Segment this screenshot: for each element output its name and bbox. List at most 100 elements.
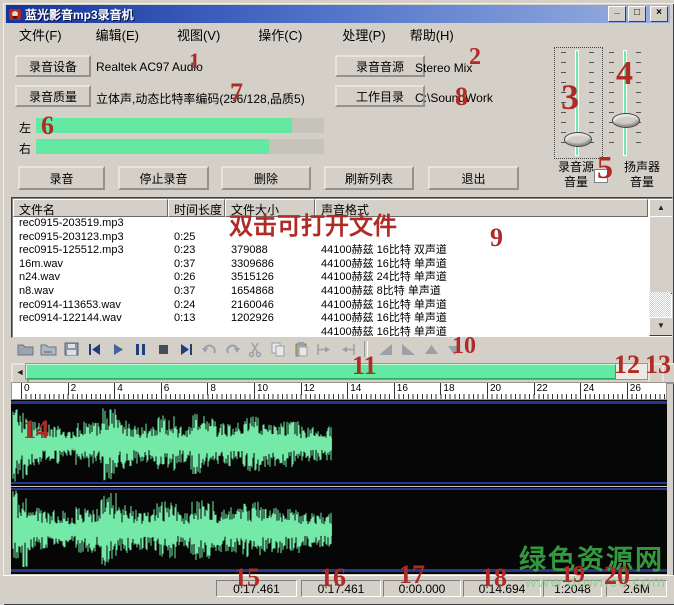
table-row[interactable]: 44100赫兹 16比特 单声道 bbox=[13, 326, 648, 338]
level-meter-left bbox=[36, 118, 324, 133]
file-name: rec0915-125512.mp3 bbox=[13, 244, 168, 258]
file-name: n8.wav bbox=[13, 285, 168, 299]
ruler-tick-22: 22 bbox=[534, 383, 548, 395]
copy-icon[interactable] bbox=[268, 340, 288, 358]
open-file-icon[interactable] bbox=[15, 340, 35, 358]
position-bar-thumb[interactable] bbox=[26, 364, 616, 379]
record-source-button[interactable]: 录音音源 bbox=[335, 55, 425, 77]
exit-button[interactable]: 退出 bbox=[428, 166, 519, 190]
file-format: 44100赫兹 16比特 双声道 bbox=[315, 244, 648, 258]
menu-view[interactable]: 视图(V) bbox=[169, 23, 228, 46]
toolbar-separator bbox=[364, 341, 368, 357]
table-row[interactable]: rec0914-122144.wav0:13120292644100赫兹 16比… bbox=[13, 312, 648, 326]
file-duration: 0:24 bbox=[168, 299, 225, 313]
trim-end-icon[interactable] bbox=[337, 340, 357, 358]
pause-icon[interactable] bbox=[130, 340, 150, 358]
delete-button[interactable]: 删除 bbox=[221, 166, 311, 190]
level-meter-right-fill bbox=[36, 139, 269, 154]
file-duration: 0:13 bbox=[168, 312, 225, 326]
file-format: 44100赫兹 8比特 单声道 bbox=[315, 285, 648, 299]
undo-icon[interactable] bbox=[199, 340, 219, 358]
file-size: 1654868 bbox=[225, 285, 315, 299]
record-quality-button[interactable]: 录音质量 bbox=[15, 85, 91, 107]
column-header-1[interactable]: 时间长度 bbox=[168, 199, 225, 217]
fade-in-icon[interactable] bbox=[375, 340, 395, 358]
file-list-scrollbar[interactable]: ▲ ▼ bbox=[649, 199, 671, 336]
open-folder-icon[interactable] bbox=[38, 340, 58, 358]
pos-scroll-button-2[interactable] bbox=[662, 363, 674, 384]
file-duration: 0:37 bbox=[168, 285, 225, 299]
trim-start-icon[interactable] bbox=[314, 340, 334, 358]
column-header-3[interactable]: 声音格式 bbox=[315, 199, 648, 217]
ruler-tick-4: 4 bbox=[114, 383, 123, 395]
file-size: 379088 bbox=[225, 244, 315, 258]
waveform-display[interactable] bbox=[11, 400, 667, 574]
speaker-slider-ticks-right bbox=[636, 52, 641, 152]
scroll-down-icon[interactable]: ▼ bbox=[649, 317, 673, 336]
title-bar[interactable]: 蓝光影音mp3录音机 _ □ × bbox=[6, 5, 670, 23]
ruler-tick-20: 20 bbox=[487, 383, 501, 395]
time-ruler: 0246810121416182022242628 bbox=[11, 382, 667, 400]
menu-operate[interactable]: 操作(C) bbox=[250, 23, 310, 46]
speaker-volume-thumb[interactable] bbox=[612, 113, 640, 128]
file-list-rows: rec0915-203519.mp3rec0915-203123.mp30:25… bbox=[13, 217, 648, 338]
status-panel-selection-end: 0:14.694 bbox=[463, 580, 541, 597]
workdir-button[interactable]: 工作目录 bbox=[335, 85, 425, 107]
status-bar: 0:17.4610:17.4610:00.0000:14.6941:20482.… bbox=[3, 575, 674, 604]
record-device-button[interactable]: 录音设备 bbox=[15, 55, 91, 77]
status-panel-file-size: 2.6M bbox=[606, 580, 667, 597]
fade-out-icon[interactable] bbox=[398, 340, 418, 358]
status-panel-zoom-ratio: 1:2048 bbox=[543, 580, 602, 597]
redo-icon[interactable] bbox=[222, 340, 242, 358]
table-row[interactable]: 16m.wav0:37330968644100赫兹 16比特 单声道 bbox=[13, 258, 648, 272]
table-row[interactable]: rec0915-125512.mp30:2337908844100赫兹 16比特… bbox=[13, 244, 648, 258]
stop-icon[interactable] bbox=[153, 340, 173, 358]
speaker-volume-label: 扬声器 音量 bbox=[615, 160, 669, 190]
column-header-2[interactable]: 文件大小 bbox=[225, 199, 315, 217]
position-bar-track[interactable] bbox=[25, 363, 648, 380]
skip-end-icon[interactable] bbox=[176, 340, 196, 358]
status-panel-cursor-time: 0:17.461 bbox=[301, 580, 381, 597]
file-size bbox=[225, 231, 315, 245]
paste-icon[interactable] bbox=[291, 340, 311, 358]
table-row[interactable]: rec0914-113653.wav0:24216004644100赫兹 16比… bbox=[13, 299, 648, 313]
record-device-value: Realtek AC97 Audio bbox=[96, 60, 203, 74]
record-button[interactable]: 录音 bbox=[18, 166, 105, 190]
refresh-list-button[interactable]: 刷新列表 bbox=[324, 166, 414, 190]
column-header-0[interactable]: 文件名 bbox=[13, 199, 168, 217]
table-row[interactable]: n24.wav0:26351512644100赫兹 24比特 单声道 bbox=[13, 271, 648, 285]
minimize-button[interactable]: _ bbox=[608, 6, 626, 22]
scrollbar-thumb[interactable] bbox=[649, 216, 673, 294]
editor-toolbar bbox=[15, 339, 464, 359]
volume-down-icon[interactable] bbox=[444, 340, 464, 358]
close-button[interactable]: × bbox=[650, 6, 668, 22]
menu-file[interactable]: 文件(F) bbox=[11, 23, 70, 46]
menu-edit[interactable]: 编辑(E) bbox=[88, 23, 147, 46]
status-panel-total-length: 0:17.461 bbox=[216, 580, 297, 597]
file-size bbox=[225, 217, 315, 231]
ruler-tick-26: 26 bbox=[627, 383, 641, 395]
file-format: 44100赫兹 16比特 单声道 bbox=[315, 326, 648, 338]
menu-process[interactable]: 处理(P) bbox=[334, 23, 393, 46]
play-icon[interactable] bbox=[107, 340, 127, 358]
table-row[interactable]: rec0915-203123.mp30:25 bbox=[13, 231, 648, 245]
menu-help[interactable]: 帮助(H) bbox=[402, 23, 462, 46]
file-format bbox=[315, 231, 648, 245]
file-list[interactable]: 文件名时间长度文件大小声音格式 rec0915-203519.mp3rec091… bbox=[11, 197, 673, 338]
scrollbar-track[interactable] bbox=[649, 292, 671, 317]
source-volume-thumb[interactable] bbox=[564, 132, 592, 147]
maximize-button[interactable]: □ bbox=[628, 6, 646, 22]
cut-icon[interactable] bbox=[245, 340, 265, 358]
file-duration: 0:25 bbox=[168, 231, 225, 245]
status-panel-selection-start: 0:00.000 bbox=[383, 580, 461, 597]
ruler-tick-0: 0 bbox=[21, 383, 30, 395]
table-row[interactable]: n8.wav0:37165486844100赫兹 8比特 单声道 bbox=[13, 285, 648, 299]
meter-right-label: 右 bbox=[19, 140, 31, 157]
stop-record-button[interactable]: 停止录音 bbox=[118, 166, 209, 190]
speaker-volume-slider[interactable] bbox=[623, 50, 627, 156]
skip-start-icon[interactable] bbox=[84, 340, 104, 358]
table-row[interactable]: rec0915-203519.mp3 bbox=[13, 217, 648, 231]
checkbox[interactable] bbox=[594, 169, 608, 183]
volume-up-icon[interactable] bbox=[421, 340, 441, 358]
save-icon[interactable] bbox=[61, 340, 81, 358]
